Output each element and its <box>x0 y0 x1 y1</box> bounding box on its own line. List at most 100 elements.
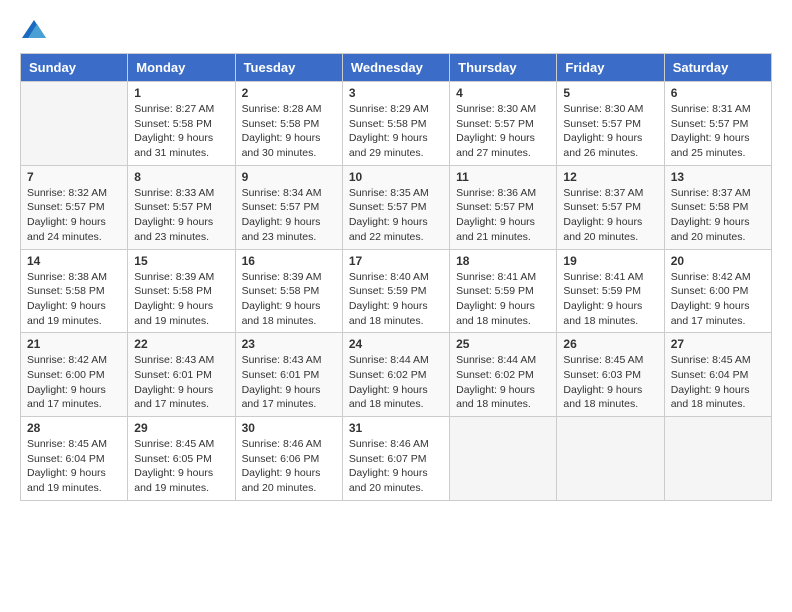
day-number: 12 <box>563 170 657 184</box>
day-number: 2 <box>242 86 336 100</box>
day-number: 21 <box>27 337 121 351</box>
calendar-week-row: 21Sunrise: 8:42 AM Sunset: 6:00 PM Dayli… <box>21 333 772 417</box>
day-number: 13 <box>671 170 765 184</box>
calendar-cell: 9 Sunrise: 8:34 AM Sunset: 5:57 PM Daylig… <box>235 165 342 249</box>
day-number: 11 <box>456 170 550 184</box>
calendar-cell: 14 Sunrise: 8:38 AM Sunset: 5:58 PM Dayli… <box>21 249 128 333</box>
day-info: Sunrise: 8:37 AM Sunset: 5:58 PM Dayligh… <box>671 186 765 245</box>
calendar-header-wednesday: Wednesday <box>342 54 449 82</box>
calendar-header-thursday: Thursday <box>450 54 557 82</box>
logo <box>20 20 46 38</box>
calendar-cell: 20 Sunrise: 8:42 AM Sunset: 6:00 PM Dayli… <box>664 249 771 333</box>
calendar-header-tuesday: Tuesday <box>235 54 342 82</box>
day-info: Sunrise: 8:40 AM Sunset: 5:59 PM Dayligh… <box>349 270 443 329</box>
calendar-week-row: 7 Sunrise: 8:32 AM Sunset: 5:57 PM Daylig… <box>21 165 772 249</box>
calendar-header-friday: Friday <box>557 54 664 82</box>
calendar-cell: 1 Sunrise: 8:27 AM Sunset: 5:58 PM Daylig… <box>128 82 235 166</box>
day-number: 29 <box>134 421 228 435</box>
day-number: 28 <box>27 421 121 435</box>
day-info: Sunrise: 8:29 AM Sunset: 5:58 PM Dayligh… <box>349 102 443 161</box>
day-number: 26 <box>563 337 657 351</box>
calendar-cell: 12 Sunrise: 8:37 AM Sunset: 5:57 PM Dayli… <box>557 165 664 249</box>
calendar-week-row: 1 Sunrise: 8:27 AM Sunset: 5:58 PM Daylig… <box>21 82 772 166</box>
day-number: 4 <box>456 86 550 100</box>
day-info: Sunrise: 8:27 AM Sunset: 5:58 PM Dayligh… <box>134 102 228 161</box>
day-number: 27 <box>671 337 765 351</box>
day-info: Sunrise: 8:32 AM Sunset: 5:57 PM Dayligh… <box>27 186 121 245</box>
day-info: Sunrise: 8:30 AM Sunset: 5:57 PM Dayligh… <box>456 102 550 161</box>
page-header <box>20 20 772 38</box>
calendar-cell: 11 Sunrise: 8:36 AM Sunset: 5:57 PM Dayli… <box>450 165 557 249</box>
day-number: 20 <box>671 254 765 268</box>
day-info: Sunrise: 8:31 AM Sunset: 5:57 PM Dayligh… <box>671 102 765 161</box>
day-info: Sunrise: 8:45 AM Sunset: 6:03 PM Dayligh… <box>563 353 657 412</box>
day-number: 24 <box>349 337 443 351</box>
calendar-cell: 17Sunrise: 8:40 AM Sunset: 5:59 PM Dayli… <box>342 249 449 333</box>
calendar-week-row: 28 Sunrise: 8:45 AM Sunset: 6:04 PM Dayli… <box>21 417 772 501</box>
day-number: 3 <box>349 86 443 100</box>
calendar-cell: 31 Sunrise: 8:46 AM Sunset: 6:07 PM Dayli… <box>342 417 449 501</box>
day-number: 19 <box>563 254 657 268</box>
day-info: Sunrise: 8:42 AM Sunset: 6:00 PM Dayligh… <box>671 270 765 329</box>
calendar-header-row: SundayMondayTuesdayWednesdayThursdayFrid… <box>21 54 772 82</box>
calendar-cell: 3 Sunrise: 8:29 AM Sunset: 5:58 PM Daylig… <box>342 82 449 166</box>
day-number: 30 <box>242 421 336 435</box>
day-info: Sunrise: 8:39 AM Sunset: 5:58 PM Dayligh… <box>242 270 336 329</box>
day-number: 23 <box>242 337 336 351</box>
day-info: Sunrise: 8:35 AM Sunset: 5:57 PM Dayligh… <box>349 186 443 245</box>
calendar-cell <box>450 417 557 501</box>
day-number: 25 <box>456 337 550 351</box>
calendar-cell: 26 Sunrise: 8:45 AM Sunset: 6:03 PM Dayli… <box>557 333 664 417</box>
day-info: Sunrise: 8:28 AM Sunset: 5:58 PM Dayligh… <box>242 102 336 161</box>
day-info: Sunrise: 8:41 AM Sunset: 5:59 PM Dayligh… <box>456 270 550 329</box>
day-info: Sunrise: 8:38 AM Sunset: 5:58 PM Dayligh… <box>27 270 121 329</box>
calendar-header-sunday: Sunday <box>21 54 128 82</box>
day-info: Sunrise: 8:39 AM Sunset: 5:58 PM Dayligh… <box>134 270 228 329</box>
day-number: 10 <box>349 170 443 184</box>
calendar-cell: 24Sunrise: 8:44 AM Sunset: 6:02 PM Dayli… <box>342 333 449 417</box>
day-number: 5 <box>563 86 657 100</box>
day-number: 14 <box>27 254 121 268</box>
day-number: 7 <box>27 170 121 184</box>
day-info: Sunrise: 8:34 AM Sunset: 5:57 PM Dayligh… <box>242 186 336 245</box>
calendar-cell: 22 Sunrise: 8:43 AM Sunset: 6:01 PM Dayli… <box>128 333 235 417</box>
calendar-cell: 16 Sunrise: 8:39 AM Sunset: 5:58 PM Dayli… <box>235 249 342 333</box>
day-number: 16 <box>242 254 336 268</box>
day-info: Sunrise: 8:46 AM Sunset: 6:07 PM Dayligh… <box>349 437 443 496</box>
day-info: Sunrise: 8:37 AM Sunset: 5:57 PM Dayligh… <box>563 186 657 245</box>
day-info: Sunrise: 8:45 AM Sunset: 6:04 PM Dayligh… <box>671 353 765 412</box>
day-number: 6 <box>671 86 765 100</box>
calendar-cell: 13 Sunrise: 8:37 AM Sunset: 5:58 PM Dayli… <box>664 165 771 249</box>
calendar-cell: 25 Sunrise: 8:44 AM Sunset: 6:02 PM Dayli… <box>450 333 557 417</box>
calendar-cell <box>21 82 128 166</box>
day-info: Sunrise: 8:45 AM Sunset: 6:04 PM Dayligh… <box>27 437 121 496</box>
calendar-week-row: 14 Sunrise: 8:38 AM Sunset: 5:58 PM Dayli… <box>21 249 772 333</box>
calendar-cell: 15 Sunrise: 8:39 AM Sunset: 5:58 PM Dayli… <box>128 249 235 333</box>
calendar-cell: 27 Sunrise: 8:45 AM Sunset: 6:04 PM Dayli… <box>664 333 771 417</box>
day-number: 31 <box>349 421 443 435</box>
calendar-cell: 29Sunrise: 8:45 AM Sunset: 6:05 PM Dayli… <box>128 417 235 501</box>
day-number: 9 <box>242 170 336 184</box>
calendar-cell: 21Sunrise: 8:42 AM Sunset: 6:00 PM Dayli… <box>21 333 128 417</box>
day-info: Sunrise: 8:43 AM Sunset: 6:01 PM Dayligh… <box>134 353 228 412</box>
calendar-cell: 6 Sunrise: 8:31 AM Sunset: 5:57 PM Daylig… <box>664 82 771 166</box>
day-number: 1 <box>134 86 228 100</box>
day-info: Sunrise: 8:36 AM Sunset: 5:57 PM Dayligh… <box>456 186 550 245</box>
calendar-cell: 10 Sunrise: 8:35 AM Sunset: 5:57 PM Dayli… <box>342 165 449 249</box>
day-info: Sunrise: 8:33 AM Sunset: 5:57 PM Dayligh… <box>134 186 228 245</box>
day-number: 15 <box>134 254 228 268</box>
day-number: 18 <box>456 254 550 268</box>
calendar: SundayMondayTuesdayWednesdayThursdayFrid… <box>20 53 772 501</box>
day-info: Sunrise: 8:44 AM Sunset: 6:02 PM Dayligh… <box>456 353 550 412</box>
calendar-cell: 8Sunrise: 8:33 AM Sunset: 5:57 PM Daylig… <box>128 165 235 249</box>
calendar-cell: 18 Sunrise: 8:41 AM Sunset: 5:59 PM Dayli… <box>450 249 557 333</box>
day-number: 22 <box>134 337 228 351</box>
calendar-header-monday: Monday <box>128 54 235 82</box>
calendar-cell <box>664 417 771 501</box>
calendar-cell: 2 Sunrise: 8:28 AM Sunset: 5:58 PM Daylig… <box>235 82 342 166</box>
day-info: Sunrise: 8:46 AM Sunset: 6:06 PM Dayligh… <box>242 437 336 496</box>
calendar-cell: 28 Sunrise: 8:45 AM Sunset: 6:04 PM Dayli… <box>21 417 128 501</box>
calendar-header-saturday: Saturday <box>664 54 771 82</box>
day-info: Sunrise: 8:43 AM Sunset: 6:01 PM Dayligh… <box>242 353 336 412</box>
calendar-cell <box>557 417 664 501</box>
